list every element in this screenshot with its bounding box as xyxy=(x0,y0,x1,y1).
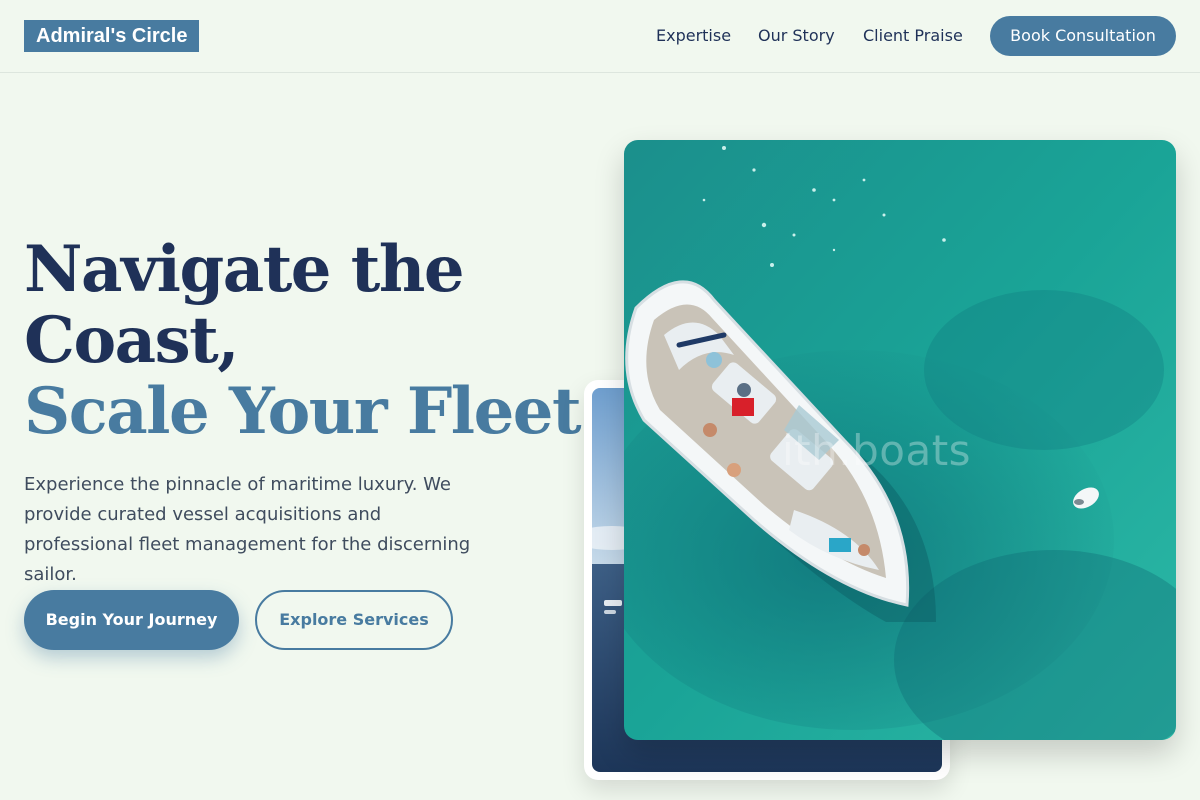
hero-headline: Navigate the Coast, Scale Your Fleet. xyxy=(24,232,602,449)
boat-aerial-photo: ith.boats xyxy=(624,140,1176,740)
nav-link-client-praise[interactable]: Client Praise xyxy=(863,26,963,46)
site-header: Admiral's Circle Expertise Our Story Cli… xyxy=(0,0,1200,73)
begin-journey-button[interactable]: Begin Your Journey xyxy=(24,590,239,650)
logo[interactable]: Admiral's Circle xyxy=(24,20,200,52)
nav-link-expertise[interactable]: Expertise xyxy=(656,26,731,46)
headline-line-2: Coast, xyxy=(24,303,239,378)
hero-description: Experience the pinnacle of maritime luxu… xyxy=(24,474,471,585)
book-consultation-button[interactable]: Book Consultation xyxy=(990,16,1176,56)
headline-accent: Scale Your Fleet. xyxy=(24,374,602,449)
explore-services-button[interactable]: Explore Services xyxy=(255,590,453,650)
headline-line-1: Navigate the xyxy=(24,232,465,307)
nav-link-our-story[interactable]: Our Story xyxy=(758,26,835,46)
photo-watermark: ith.boats xyxy=(782,426,972,475)
